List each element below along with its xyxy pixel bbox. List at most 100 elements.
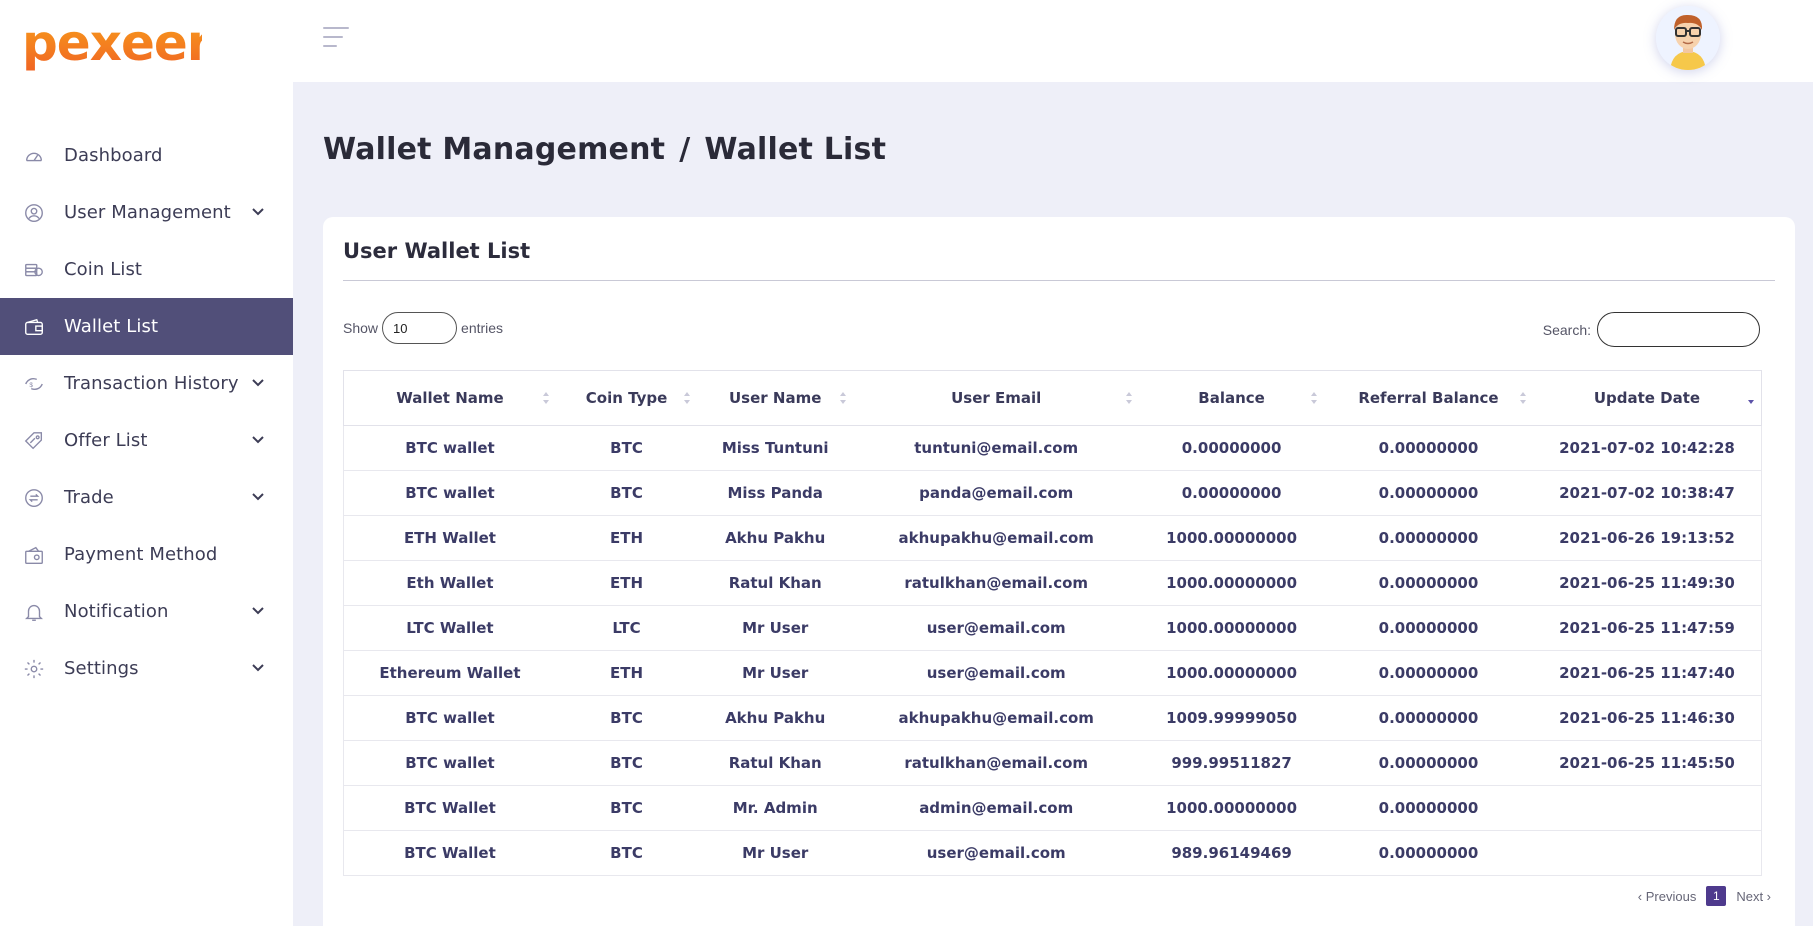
table-cell: ETH xyxy=(555,560,698,606)
chevron-down-icon[interactable] xyxy=(251,661,265,675)
entries-control: Show 10 entries xyxy=(343,312,503,344)
table-cell: 2021-07-02 10:42:28 xyxy=(1532,425,1762,471)
sidebar-item-label: Offer List xyxy=(64,430,148,451)
search-input[interactable] xyxy=(1597,312,1760,347)
table-cell: 1009.99999050 xyxy=(1139,695,1324,741)
gear-icon xyxy=(22,657,46,681)
table-cell: ratulkhan@email.com xyxy=(853,560,1140,606)
table-cell: 2021-06-25 11:47:59 xyxy=(1532,605,1762,651)
column-header-user-email[interactable]: User Email xyxy=(853,370,1140,426)
breadcrumb-current: Wallet List xyxy=(704,132,887,167)
table-row: BTC Wallet BTC Mr User user@email.com 989.96… xyxy=(342,830,1762,876)
table-cell: 999.99511827 xyxy=(1139,740,1324,786)
table-cell: 2021-06-25 11:49:30 xyxy=(1532,560,1762,606)
table-cell: BTC wallet xyxy=(342,425,556,471)
column-header-label: Balance xyxy=(1198,389,1265,407)
payment-icon xyxy=(22,543,46,567)
avatar[interactable] xyxy=(1656,6,1720,70)
sidebar-item-label: Trade xyxy=(64,487,114,508)
table-cell: 2021-06-26 19:13:52 xyxy=(1532,515,1762,561)
sidebar-item-transaction-history[interactable]: $ Transaction History xyxy=(0,355,293,412)
sidebar-item-user-management[interactable]: User Management xyxy=(0,184,293,241)
table-cell: BTC xyxy=(555,830,698,876)
table-cell: akhupakhu@email.com xyxy=(853,515,1140,561)
gauge-icon xyxy=(22,144,46,168)
table-cell: Akhu Pakhu xyxy=(697,695,854,741)
sidebar-item-coin-list[interactable]: Coin List xyxy=(0,241,293,298)
table-cell: Ratul Khan xyxy=(697,740,854,786)
table-cell: 0.00000000 xyxy=(1324,650,1533,696)
user-circle-icon xyxy=(22,201,46,225)
table-row: BTC wallet BTC Miss Tuntuni tuntuni@email.c… xyxy=(342,425,1762,471)
table-cell: BTC wallet xyxy=(342,740,556,786)
table-cell: BTC Wallet xyxy=(342,785,556,831)
table-cell: 0.00000000 xyxy=(1324,785,1533,831)
table-cell: 2021-06-25 11:47:40 xyxy=(1532,650,1762,696)
sidebar-item-label: Dashboard xyxy=(64,145,163,166)
sidebar-item-dashboard[interactable]: Dashboard xyxy=(0,127,293,184)
sort-desc-icon xyxy=(1747,391,1755,405)
entries-label: entries xyxy=(461,320,504,336)
brand-logo[interactable]: pexeer xyxy=(22,14,211,80)
sidebar-item-label: Payment Method xyxy=(64,544,218,565)
table-cell: 0.00000000 xyxy=(1324,695,1533,741)
sort-icon xyxy=(1310,391,1318,405)
sidebar-item-trade[interactable]: Trade xyxy=(0,469,293,526)
table-row: BTC wallet BTC Akhu Pakhu akhupakhu@email.c… xyxy=(342,695,1762,741)
table-cell: 0.00000000 xyxy=(1324,740,1533,786)
wallet-icon xyxy=(22,315,46,339)
column-header-referral-balance[interactable]: Referral Balance xyxy=(1324,370,1533,426)
table-cell: ratulkhan@email.com xyxy=(853,740,1140,786)
sidebar-item-payment-method[interactable]: Payment Method xyxy=(0,526,293,583)
column-header-update-date[interactable]: Update Date xyxy=(1532,370,1762,426)
table-cell: BTC xyxy=(555,470,698,516)
sidebar-nav: Dashboard User Management Coin List Wallet … xyxy=(0,127,293,697)
sidebar-item-offer-list[interactable]: Offer List xyxy=(0,412,293,469)
entries-select[interactable]: 10 xyxy=(382,312,458,344)
table-cell: 1000.00000000 xyxy=(1139,650,1324,696)
table-cell: 1000.00000000 xyxy=(1139,560,1324,606)
column-header-balance[interactable]: Balance xyxy=(1139,370,1324,426)
table-cell: 1000.00000000 xyxy=(1139,605,1324,651)
column-header-user-name[interactable]: User Name xyxy=(697,370,854,426)
page-1-button[interactable]: 1 xyxy=(1706,886,1727,906)
column-header-label: User Email xyxy=(951,389,1042,407)
chevron-down-icon[interactable] xyxy=(251,604,265,618)
menu-toggle-icon[interactable] xyxy=(323,27,349,49)
table-cell: Akhu Pakhu xyxy=(697,515,854,561)
chevron-down-icon[interactable] xyxy=(251,205,265,219)
next-button[interactable]: Next › xyxy=(1736,889,1771,904)
column-header-label: Referral Balance xyxy=(1358,389,1499,407)
pagination: ‹ Previous 1 Next › xyxy=(1638,886,1771,906)
table-cell: ETH xyxy=(555,515,698,561)
table-cell: admin@email.com xyxy=(853,785,1140,831)
sidebar-item-wallet-list[interactable]: Wallet List xyxy=(0,298,293,355)
sidebar-item-settings[interactable]: Settings xyxy=(0,640,293,697)
previous-button[interactable]: ‹ Previous xyxy=(1638,889,1697,904)
svg-text:$: $ xyxy=(29,381,33,388)
table-cell: Miss Tuntuni xyxy=(697,425,854,471)
chevron-down-icon[interactable] xyxy=(251,433,265,447)
sidebar-item-label: Coin List xyxy=(64,259,143,280)
table-cell: 1000.00000000 xyxy=(1139,785,1324,831)
table-cell: akhupakhu@email.com xyxy=(853,695,1140,741)
table-body: BTC wallet BTC Miss Tuntuni tuntuni@email.c… xyxy=(342,425,1762,876)
table-cell: 2021-06-25 11:46:30 xyxy=(1532,695,1762,741)
card-title: User Wallet List xyxy=(343,239,531,263)
chevron-down-icon[interactable] xyxy=(251,376,265,390)
wallet-table: Wallet Name Coin Type User Name User Email B… xyxy=(342,370,1762,876)
search-label: Search: xyxy=(1542,321,1591,338)
sidebar-item-notification[interactable]: Notification xyxy=(0,583,293,640)
sidebar-item-label: Notification xyxy=(64,601,169,622)
breadcrumb-section[interactable]: Wallet Management xyxy=(323,132,665,167)
search-control: Search: xyxy=(1543,312,1760,347)
chevron-down-icon[interactable] xyxy=(251,490,265,504)
column-header-label: Update Date xyxy=(1593,389,1701,407)
table-cell: 0.00000000 xyxy=(1324,470,1533,516)
column-header-coin-type[interactable]: Coin Type xyxy=(555,370,698,426)
sort-icon xyxy=(1125,391,1133,405)
coins-icon xyxy=(22,258,46,282)
column-header-wallet-name[interactable]: Wallet Name xyxy=(342,370,556,426)
sidebar-item-label: Settings xyxy=(64,658,139,679)
divider xyxy=(343,280,1775,281)
